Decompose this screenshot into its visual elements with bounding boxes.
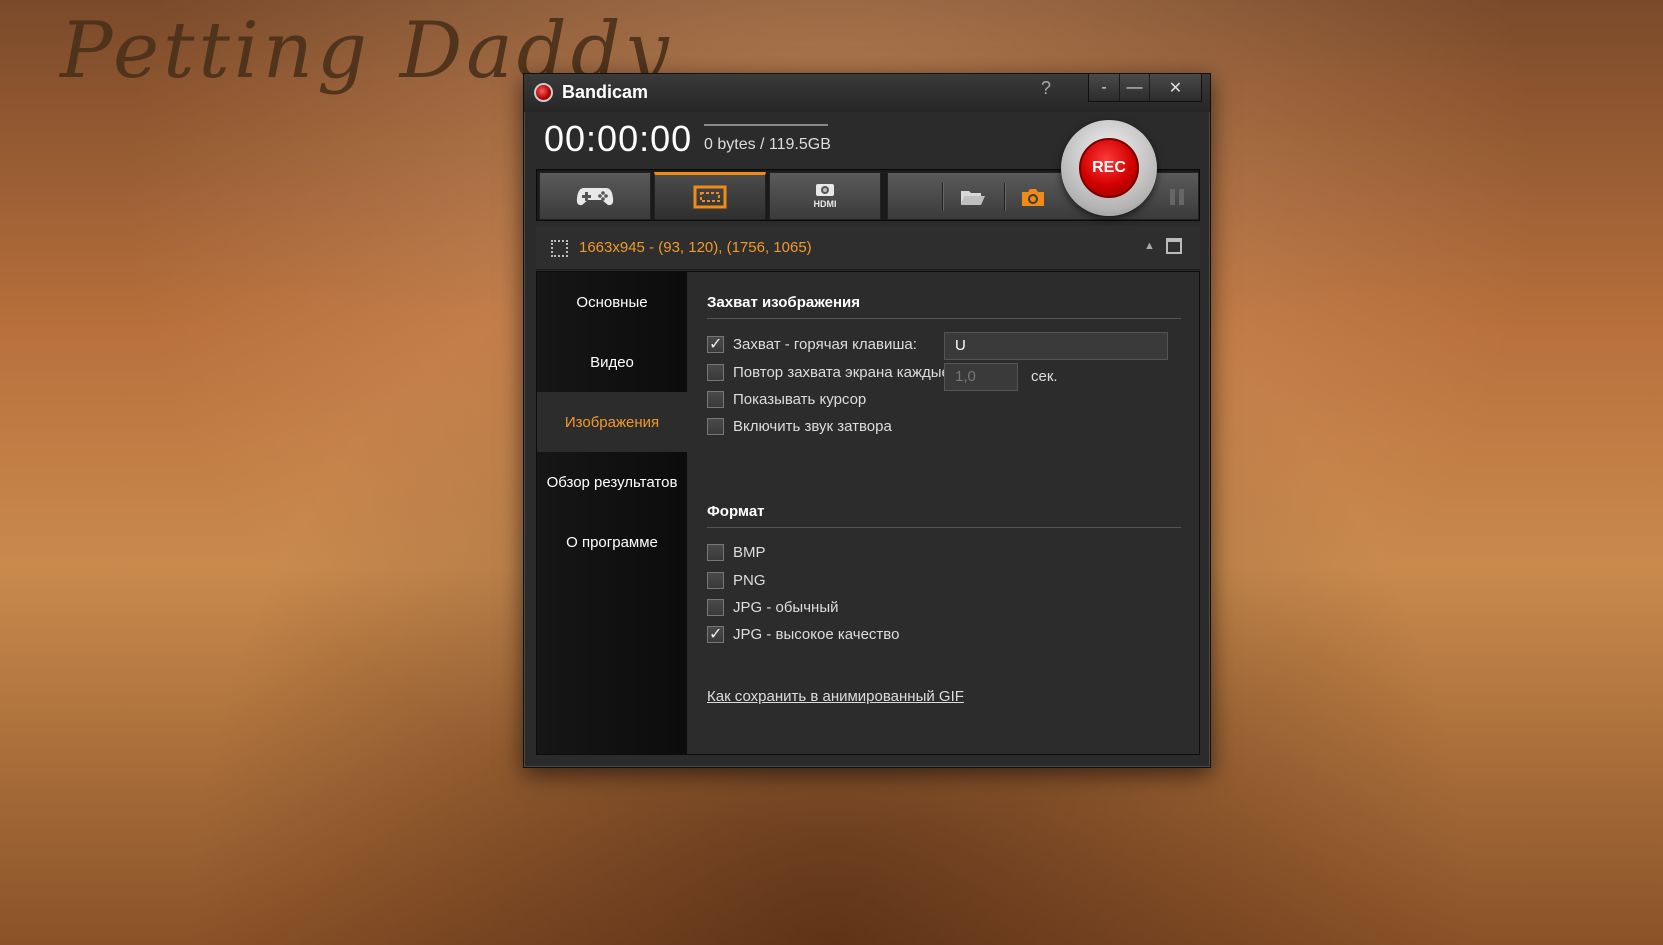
- screen-mode-tab[interactable]: [654, 172, 766, 220]
- format-section-title: Формат: [707, 503, 765, 520]
- format-row-bmp: BMP: [707, 544, 766, 561]
- gif-help-link[interactable]: Как сохранить в анимированный GIF: [707, 688, 964, 705]
- record-button[interactable]: REC: [1061, 120, 1157, 216]
- device-mode-tab[interactable]: HDMI: [769, 172, 881, 220]
- shutter-checkbox[interactable]: [707, 418, 724, 435]
- window-select-icon[interactable]: [1166, 238, 1182, 254]
- screenshot-button[interactable]: [1016, 181, 1050, 213]
- folder-icon: [961, 191, 985, 205]
- window-controls: - — ✕: [1088, 74, 1202, 102]
- pause-icon: [1170, 189, 1184, 205]
- recording-timer: 00:00:00: [544, 118, 693, 159]
- format-bmp-checkbox[interactable]: [707, 544, 724, 561]
- hotkey-label: Захват - горячая клавиша:: [733, 336, 917, 353]
- hotkey-checkbox[interactable]: [707, 334, 724, 354]
- camera-icon: [1022, 189, 1044, 206]
- format-jpg-normal-checkbox[interactable]: [707, 599, 724, 616]
- title-bar[interactable]: Bandicam ? - — ✕: [524, 74, 1210, 112]
- sidebar-item-general[interactable]: Основные: [537, 272, 687, 332]
- cursor-row: Показывать курсор: [707, 391, 866, 408]
- repeat-interval-input[interactable]: 1,0: [944, 363, 1018, 391]
- repeat-unit-label: сек.: [1031, 368, 1058, 385]
- shutter-row: Включить звук затвора: [707, 418, 892, 435]
- size-progress-bar: [704, 124, 828, 126]
- format-png-checkbox[interactable]: [707, 572, 724, 589]
- format-row-png: PNG: [707, 572, 766, 589]
- settings-sidebar: Основные Видео Изображения Обзор результ…: [537, 272, 687, 754]
- repeat-checkbox[interactable]: [707, 364, 724, 381]
- images-settings-panel: Захват изображения Захват - горячая клав…: [687, 272, 1199, 754]
- game-mode-tab[interactable]: [539, 172, 651, 220]
- region-select-icon[interactable]: [551, 240, 568, 257]
- app-title: Bandicam: [562, 82, 649, 102]
- collapse-arrow-icon[interactable]: ▲: [1144, 240, 1155, 252]
- format-png-label: PNG: [733, 572, 766, 589]
- format-jpg-high-label: JPG - высокое качество: [733, 626, 900, 643]
- file-size-text: 0 bytes / 119.5GB: [704, 136, 831, 153]
- svg-text:HDMI: HDMI: [814, 199, 837, 209]
- format-row-jpg-high: JPG - высокое качество: [707, 624, 900, 644]
- sidebar-item-video[interactable]: Видео: [537, 332, 687, 392]
- sidebar-item-about[interactable]: О программе: [537, 512, 687, 572]
- screen-rectangle-icon: [693, 185, 727, 209]
- pause-button[interactable]: [1160, 181, 1194, 213]
- hdmi-device-icon: HDMI: [814, 184, 837, 209]
- gamepad-icon: [576, 188, 614, 206]
- bandicam-logo-icon: [534, 83, 553, 102]
- cursor-label: Показывать курсор: [733, 391, 867, 408]
- capture-region-bar: 1663x945 - (93, 120), (1756, 1065) ▲: [536, 226, 1200, 270]
- cursor-checkbox[interactable]: [707, 391, 724, 408]
- record-button-label: REC: [1079, 138, 1139, 198]
- mini-mode-button[interactable]: -: [1089, 74, 1119, 101]
- format-row-jpg-normal: JPG - обычный: [707, 599, 838, 616]
- hotkey-input[interactable]: U: [944, 332, 1168, 360]
- sidebar-item-output[interactable]: Обзор результатов: [537, 452, 687, 512]
- format-jpg-high-checkbox[interactable]: [707, 624, 724, 644]
- capture-section-title: Захват изображения: [707, 294, 861, 311]
- format-bmp-label: BMP: [733, 544, 766, 561]
- close-button[interactable]: ✕: [1149, 74, 1201, 101]
- repeat-label: Повтор захвата экрана каждые: [733, 364, 950, 381]
- region-coordinates-text: 1663x945 - (93, 120), (1756, 1065): [579, 239, 812, 256]
- hotkey-row: Захват - горячая клавиша:: [707, 334, 917, 354]
- minimize-button[interactable]: —: [1119, 74, 1149, 101]
- help-button[interactable]: ?: [1034, 78, 1058, 99]
- sidebar-item-images[interactable]: Изображения: [537, 392, 687, 452]
- bandicam-window: Bandicam ? - — ✕ 00:00:00 0 bytes / 119.…: [523, 73, 1211, 768]
- section-divider: [707, 318, 1181, 319]
- shutter-label: Включить звук затвора: [733, 418, 892, 435]
- repeat-row: Повтор захвата экрана каждые: [707, 364, 950, 381]
- format-jpg-normal-label: JPG - обычный: [733, 599, 839, 616]
- section-divider: [707, 527, 1181, 528]
- settings-content: Основные Видео Изображения Обзор результ…: [536, 271, 1200, 755]
- open-folder-button[interactable]: [956, 181, 990, 213]
